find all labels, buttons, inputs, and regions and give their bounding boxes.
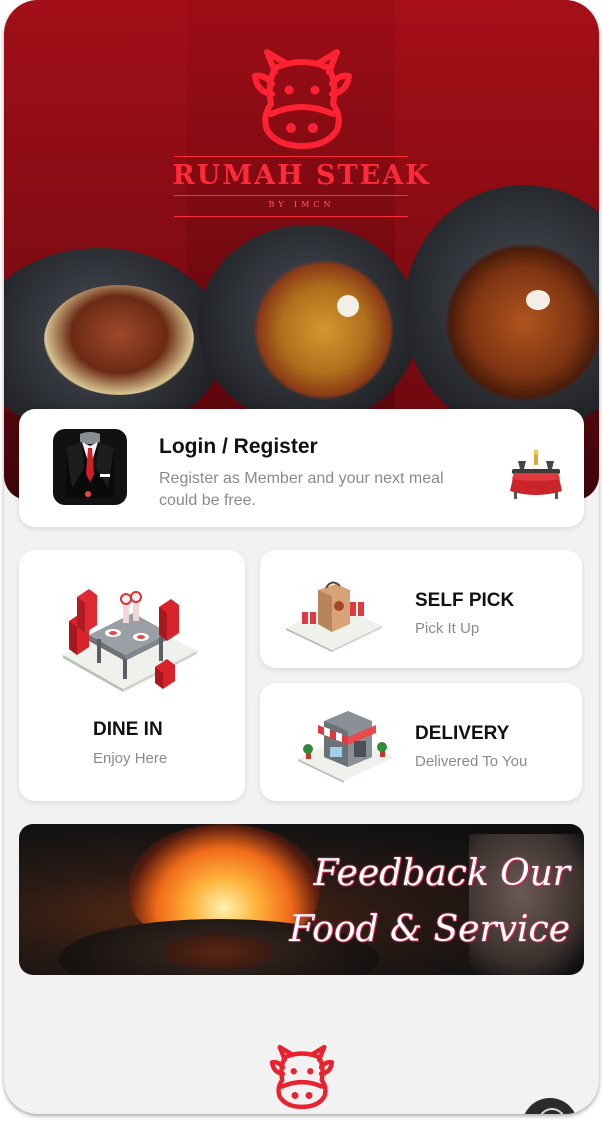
chat-fab-button[interactable] [522, 1098, 578, 1114]
steak-dish-image [44, 285, 194, 395]
feedback-banner-text: Feedback Our Food & Service [270, 846, 570, 958]
brand-name: RUMAH STEAK [172, 160, 431, 191]
delivery-title: DELIVERY [415, 723, 510, 744]
self-pick-subtitle: Pick It Up [415, 620, 480, 637]
dine-in-card[interactable]: DINE IN Enjoy Here [19, 550, 245, 801]
shopping-bag-icon [284, 580, 384, 657]
brand-subtitle: BY IMCN [268, 200, 335, 209]
banner-line-1: Feedback Our [313, 853, 571, 894]
banner-line-2: Food & Service [289, 909, 570, 950]
storefront-icon [296, 703, 396, 788]
login-title: Login / Register [159, 435, 318, 458]
dining-table-icon [508, 449, 564, 506]
app-screen: RUMAH STEAK BY IMCN Login / Register Reg… [4, 0, 599, 1114]
spaghetti-dish-image [249, 255, 399, 405]
chat-icon [538, 1108, 566, 1114]
dine-in-subtitle: Enjoy Here [93, 750, 168, 767]
dining-table-icon [59, 577, 199, 697]
brand-divider [174, 156, 408, 157]
delivery-subtitle: Delivered To You [415, 753, 528, 770]
self-pick-title: SELF PICK [415, 590, 515, 611]
self-pick-card[interactable]: SELF PICK Pick It Up [260, 550, 582, 668]
suit-avatar-icon [52, 428, 128, 511]
feedback-banner[interactable]: Feedback Our Food & Service [19, 824, 584, 975]
dine-in-title: DINE IN [93, 719, 163, 740]
brand-divider [174, 216, 408, 217]
brand-divider [174, 195, 408, 196]
login-subtitle: Register as Member and your next meal co… [159, 470, 444, 509]
delivery-card[interactable]: DELIVERY Delivered To You [260, 683, 582, 801]
cow-head-icon [266, 1042, 338, 1114]
login-register-card[interactable]: Login / Register Register as Member and … [19, 409, 584, 527]
steak-image [164, 934, 274, 970]
garnish-flower-image [337, 295, 359, 317]
meat-dish-image [442, 235, 599, 410]
cow-head-icon [4, 44, 599, 159]
garnish-flower-image [526, 290, 550, 310]
